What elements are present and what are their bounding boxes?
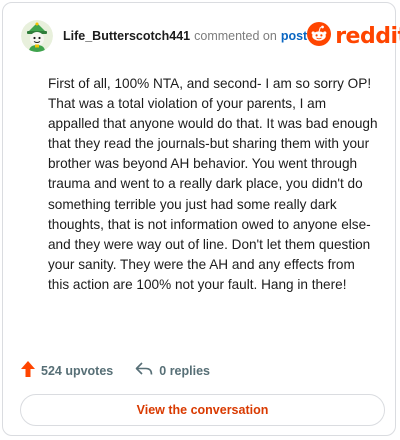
- upvote-count: 524 upvotes: [41, 363, 114, 378]
- commented-on-label: commented on: [194, 29, 277, 43]
- reddit-snoo-icon: [307, 21, 332, 51]
- upvote-button[interactable]: 524 upvotes: [21, 361, 113, 380]
- comment-meta: Life_Butterscotch441 commented on post: [63, 29, 307, 43]
- avatar[interactable]: [21, 20, 53, 52]
- comment-card: Life_Butterscotch441 commented on post r…: [2, 2, 400, 436]
- username-link[interactable]: Life_Butterscotch441: [63, 29, 190, 43]
- post-link[interactable]: post: [281, 29, 307, 43]
- reddit-wordmark: reddit: [335, 23, 400, 49]
- upvote-arrow-icon: [21, 361, 35, 380]
- comment-body: First of all, 100% NTA, and second- I am…: [48, 76, 378, 292]
- reply-arrow-icon: [135, 362, 153, 379]
- reply-count: 0 replies: [159, 363, 210, 378]
- comment-actions: 524 upvotes 0 replies: [21, 361, 210, 380]
- replies-button[interactable]: 0 replies: [135, 362, 210, 379]
- view-conversation-button[interactable]: View the conversation: [20, 394, 385, 426]
- comment-header: Life_Butterscotch441 commented on post r…: [21, 19, 400, 53]
- reddit-logo[interactable]: reddit: [307, 21, 400, 51]
